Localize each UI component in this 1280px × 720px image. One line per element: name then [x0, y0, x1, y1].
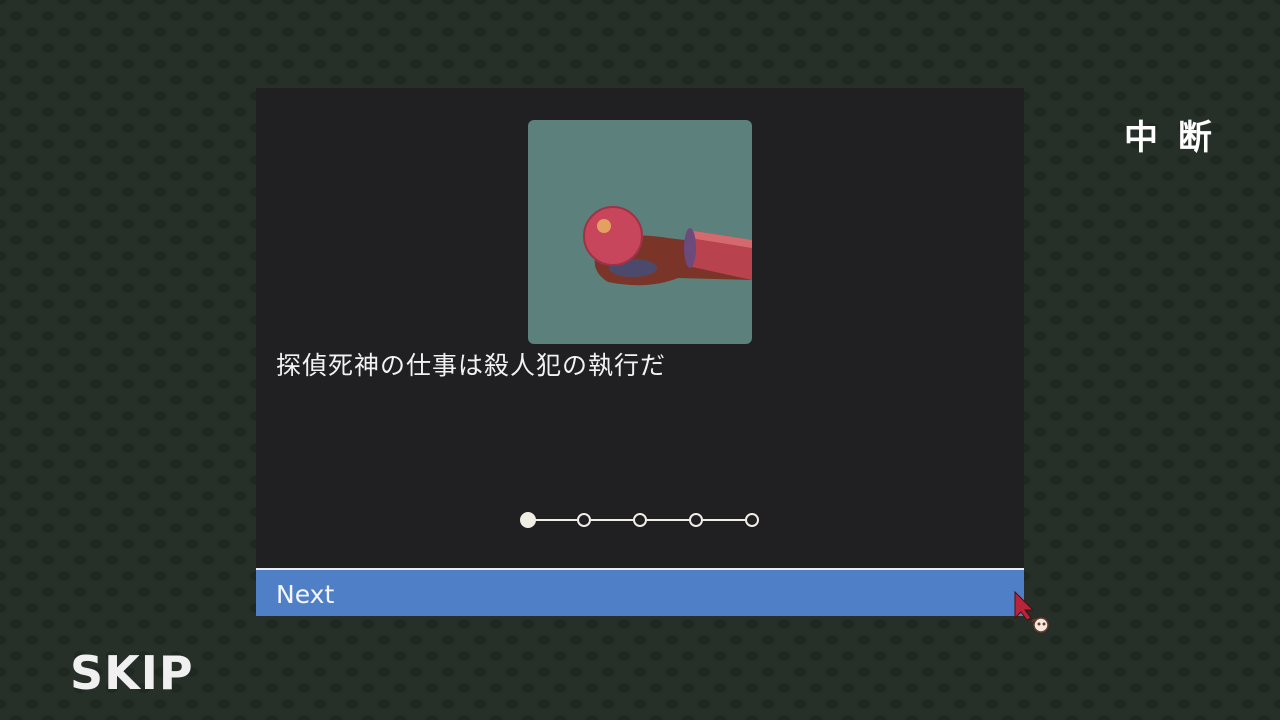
next-button-label: Next [276, 580, 335, 609]
tutorial-dialog: 探偵死神の仕事は殺人犯の執行だ Next [256, 88, 1024, 616]
interrupt-button[interactable]: 中 断 [1124, 110, 1216, 159]
page-dot-3 [633, 513, 647, 527]
dialog-caption: 探偵死神の仕事は殺人犯の執行だ [276, 351, 667, 380]
page-dot-1 [520, 512, 536, 528]
tutorial-illustration [528, 120, 752, 344]
page-indicator [518, 510, 762, 530]
next-button[interactable]: Next [256, 568, 1024, 616]
page-dot-2 [577, 513, 591, 527]
skip-button[interactable]: SKIP [70, 646, 194, 700]
page-dot-5 [745, 513, 759, 527]
pointer-arrow-icon [1010, 588, 1058, 640]
page-dot-4 [689, 513, 703, 527]
